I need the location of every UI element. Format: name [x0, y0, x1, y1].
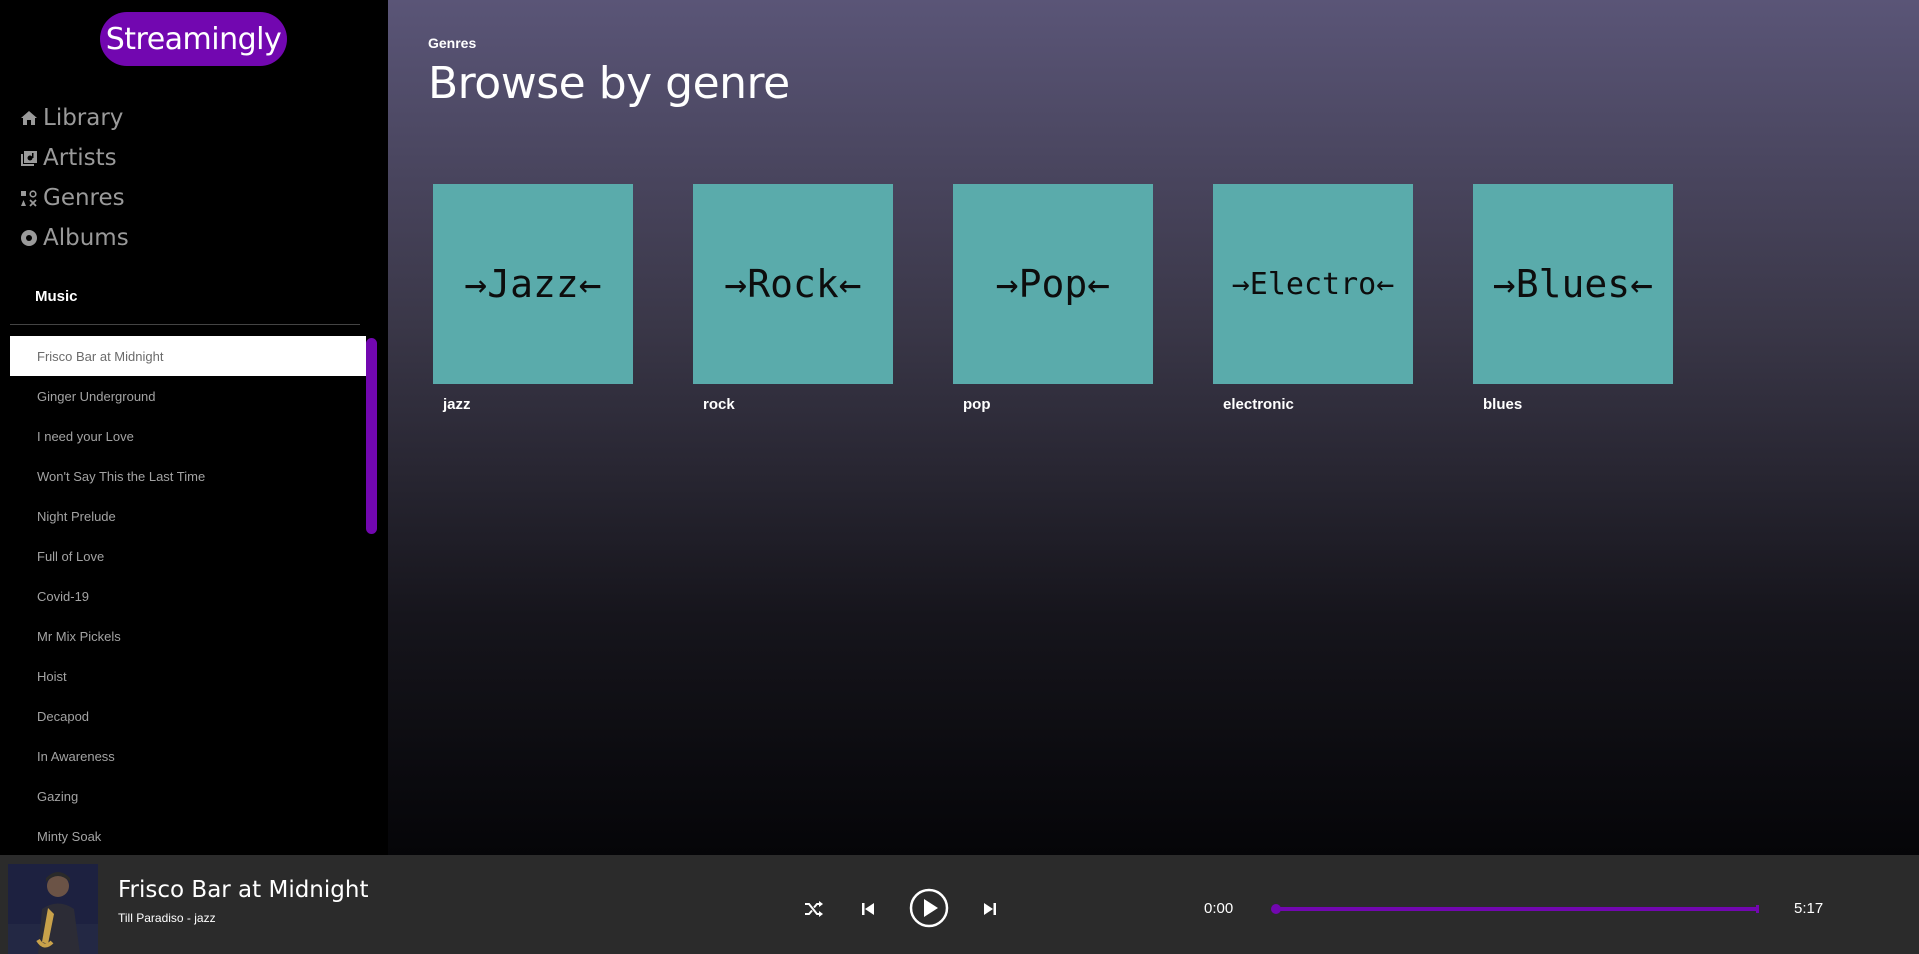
track-list-item[interactable]: Ginger Underground — [10, 376, 366, 416]
shuffle-icon — [805, 901, 823, 917]
now-playing-subtitle: Till Paradiso - jazz — [118, 911, 216, 925]
genre-card-jazz[interactable]: →Jazz← jazz — [433, 184, 633, 413]
nav-label: Library — [43, 105, 124, 131]
genre-card-pop[interactable]: →Pop← pop — [953, 184, 1153, 413]
divider — [10, 324, 360, 325]
page-title: Browse by genre — [428, 58, 790, 109]
previous-button[interactable] — [856, 897, 880, 921]
main-content: Genres Browse by genre →Jazz← jazz →Rock… — [388, 0, 1919, 855]
track-list-item[interactable]: Mr Mix Pickels — [10, 616, 366, 656]
next-icon — [984, 903, 996, 915]
seek-end-cap — [1756, 905, 1759, 913]
player-bar: Frisco Bar at Midnight Till Paradiso - j… — [0, 855, 1919, 954]
play-button[interactable] — [909, 888, 949, 928]
genre-tile[interactable]: →Rock← — [693, 184, 893, 384]
now-playing-title[interactable]: Frisco Bar at Midnight — [118, 877, 368, 903]
genre-grid: →Jazz← jazz →Rock← rock →Pop← pop →Elect… — [433, 184, 1733, 413]
time-current: 0:00 — [1204, 900, 1234, 917]
shuffle-button[interactable] — [802, 897, 826, 921]
genre-name[interactable]: jazz — [443, 396, 633, 413]
main-nav: Library Artists Genres Albums — [18, 98, 129, 258]
time-total: 5:17 — [1794, 900, 1824, 917]
track-list-item[interactable]: Won't Say This the Last Time — [10, 456, 366, 496]
next-button[interactable] — [978, 897, 1002, 921]
nav-label: Artists — [43, 145, 117, 171]
music-heading: Music — [35, 288, 78, 305]
track-list-item[interactable]: Night Prelude — [10, 496, 366, 536]
track-list: Frisco Bar at Midnight Ginger Undergroun… — [10, 336, 366, 855]
genre-name[interactable]: electronic — [1223, 396, 1413, 413]
nav-item-albums[interactable]: Albums — [18, 218, 129, 258]
genre-tile[interactable]: →Electro← — [1213, 184, 1413, 384]
app-logo[interactable]: Streamingly — [100, 12, 287, 66]
genre-tile[interactable]: →Jazz← — [433, 184, 633, 384]
album-icon — [18, 228, 40, 248]
genre-card-blues[interactable]: →Blues← blues — [1473, 184, 1673, 413]
seek-handle[interactable] — [1271, 904, 1281, 914]
track-list-scrollbar[interactable] — [366, 338, 377, 534]
artists-icon — [18, 148, 40, 168]
sidebar: Streamingly Library Artists Genres Album… — [0, 0, 388, 855]
track-list-item[interactable]: In Awareness — [10, 736, 366, 776]
album-art — [8, 864, 98, 954]
nav-item-genres[interactable]: Genres — [18, 178, 129, 218]
track-list-item[interactable]: Decapod — [10, 696, 366, 736]
home-icon — [18, 108, 40, 128]
genre-tile[interactable]: →Blues← — [1473, 184, 1673, 384]
track-list-item[interactable]: Hoist — [10, 656, 366, 696]
breadcrumb[interactable]: Genres — [428, 35, 476, 51]
nav-label: Albums — [43, 225, 129, 251]
genre-name[interactable]: pop — [963, 396, 1153, 413]
nav-item-artists[interactable]: Artists — [18, 138, 129, 178]
nav-item-library[interactable]: Library — [18, 98, 129, 138]
track-list-item[interactable]: Covid-19 — [10, 576, 366, 616]
track-list-item[interactable]: I need your Love — [10, 416, 366, 456]
genre-card-electronic[interactable]: →Electro← electronic — [1213, 184, 1413, 413]
track-list-item[interactable]: Minty Soak — [10, 816, 366, 855]
seek-bar[interactable] — [1271, 904, 1759, 914]
previous-icon — [862, 903, 874, 915]
track-list-item[interactable]: Gazing — [10, 776, 366, 816]
genre-name[interactable]: blues — [1483, 396, 1673, 413]
genre-card-rock[interactable]: →Rock← rock — [693, 184, 893, 413]
genre-tile[interactable]: →Pop← — [953, 184, 1153, 384]
track-list-item[interactable]: Frisco Bar at Midnight — [10, 336, 366, 376]
nav-label: Genres — [43, 185, 125, 211]
play-icon — [909, 888, 949, 928]
genres-icon — [18, 188, 40, 208]
track-list-item[interactable]: Full of Love — [10, 536, 366, 576]
genre-name[interactable]: rock — [703, 396, 893, 413]
